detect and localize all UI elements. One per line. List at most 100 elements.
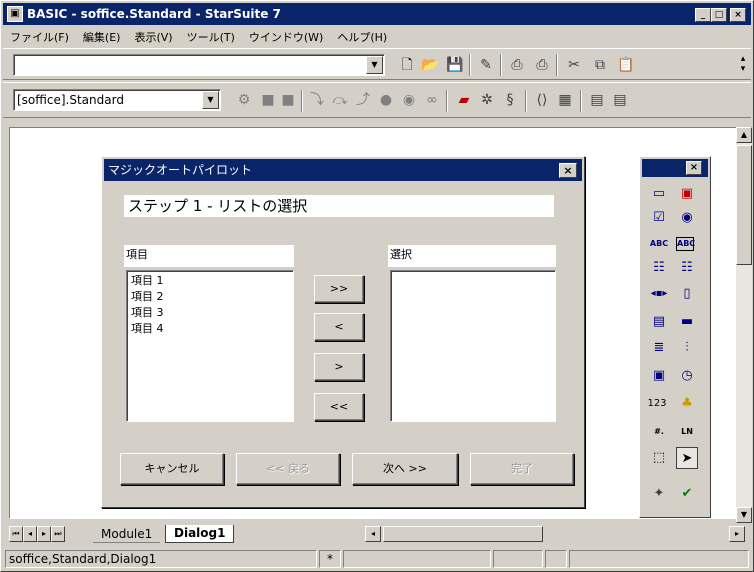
app-icon: ▣	[7, 6, 23, 22]
dialog-close-button[interactable]: ×	[559, 163, 577, 178]
minimize-button[interactable]: _	[695, 8, 711, 22]
menu-edit[interactable]: 編集(E)	[76, 29, 128, 45]
textfield-abc-icon[interactable]: ABC	[648, 233, 670, 255]
watch-icon[interactable]: ◉	[400, 91, 418, 109]
macro-icon[interactable]: ⚙	[235, 91, 253, 109]
tab-dialog1[interactable]: Dialog1	[165, 525, 235, 543]
combobox-icon[interactable]: ▣	[676, 183, 698, 205]
breakpoint-icon[interactable]: ●	[377, 91, 395, 109]
step-out-icon[interactable]: ⤴	[354, 91, 372, 109]
listbox-icon[interactable]: ☷	[648, 257, 670, 279]
toolbox-title-bar[interactable]: ×	[642, 159, 708, 177]
next-button[interactable]: 次へ >>	[352, 453, 458, 485]
menu-window[interactable]: ウインドウ(W)	[242, 29, 330, 45]
vertical-scrollbar[interactable]: ▲ ▼	[736, 127, 752, 523]
menu-help[interactable]: ヘルプ(H)	[330, 29, 394, 45]
tab-module1[interactable]: Module1	[93, 526, 161, 543]
radio-icon[interactable]: ◉	[676, 207, 698, 229]
pattern-field-icon[interactable]: #.	[648, 421, 670, 443]
title-bar[interactable]: ▣ BASIC - soffice.Standard - StarSuite 7…	[3, 3, 751, 25]
save-icon[interactable]: 💾	[446, 56, 464, 74]
list-icon[interactable]: ≣	[648, 337, 670, 359]
step-heading: ステップ 1 - リストの選択	[124, 195, 554, 217]
chevron-down-icon[interactable]: ▼	[366, 56, 383, 74]
checkbox-icon[interactable]: ☑	[648, 207, 670, 229]
print-preview-icon[interactable]: ⎙	[508, 56, 526, 74]
step-into-icon[interactable]: ⤵	[308, 91, 326, 109]
last-tab-icon[interactable]: ⏭	[51, 526, 65, 542]
chevron-down-icon[interactable]: ▼	[202, 91, 219, 109]
finish-button[interactable]: 完了	[470, 453, 574, 485]
import-icon[interactable]: ▤	[588, 91, 606, 109]
hscroll-left-icon[interactable]: ◂	[365, 526, 381, 542]
fixed-text-icon[interactable]: ABC	[676, 237, 695, 251]
add-all-button[interactable]: >>	[314, 275, 364, 303]
numeric-field-icon[interactable]: 123	[646, 393, 668, 415]
label-icon[interactable]: ▭	[648, 183, 670, 205]
print-icon[interactable]: ⎙	[533, 56, 551, 74]
export-icon[interactable]: ▤	[611, 91, 629, 109]
scroll-down-icon[interactable]: ▼	[736, 507, 752, 523]
edit-icon[interactable]: ✎	[477, 56, 495, 74]
activate-test-icon[interactable]: ✔	[676, 483, 698, 505]
find-icon[interactable]: ∞	[423, 91, 441, 109]
hscroll-right-icon[interactable]: ▸	[729, 526, 745, 542]
add-button[interactable]: >	[314, 353, 364, 381]
toolbar-more-icon[interactable]: ▴ ▾	[738, 54, 748, 76]
library-icon[interactable]: §	[501, 91, 519, 109]
toolbox-close-button[interactable]: ×	[686, 161, 702, 175]
menu-file[interactable]: ファイル(F)	[3, 29, 76, 45]
dialog-title-bar[interactable]: マジックオートパイロット ×	[104, 159, 582, 181]
separator	[469, 54, 471, 76]
currency-field-icon[interactable]: ♣	[676, 393, 698, 415]
first-tab-icon[interactable]: ⏮	[9, 526, 23, 542]
catalog-icon[interactable]: ▦	[556, 91, 574, 109]
open-folder-icon[interactable]: 📂	[421, 56, 439, 74]
step-over-icon[interactable]: ⤼	[331, 91, 349, 109]
paste-icon[interactable]: 📋	[617, 56, 635, 74]
remove-all-button[interactable]: <<	[314, 393, 364, 421]
list-item[interactable]: 項目 1	[131, 273, 289, 289]
list-item[interactable]: 項目 2	[131, 289, 289, 305]
hscroll-thumb[interactable]	[383, 526, 543, 542]
stop-icon[interactable]: ■	[279, 91, 297, 109]
combo-icon[interactable]: ☷	[676, 257, 698, 279]
scroll-thumb[interactable]	[736, 145, 752, 265]
items-listbox[interactable]: 項目 1 項目 2 項目 3 項目 4	[126, 270, 294, 422]
vertical-scroll-icon[interactable]: ▯	[676, 283, 698, 305]
cancel-button[interactable]: キャンセル	[120, 453, 224, 485]
url-combobox[interactable]: ▼	[13, 54, 385, 76]
library-select[interactable]: [soffice].Standard ▼	[13, 89, 221, 111]
copy-icon[interactable]: ⧉	[591, 56, 609, 74]
progress-bar-icon[interactable]: ▬	[676, 311, 698, 333]
list-item[interactable]: 項目 4	[131, 321, 289, 337]
dialog-icon[interactable]: ▰	[455, 91, 473, 109]
separator-icon[interactable]: ⫶	[676, 337, 698, 359]
brackets-icon[interactable]: ⟨⟩	[533, 91, 551, 109]
list-item[interactable]: 項目 3	[131, 305, 289, 321]
next-tab-icon[interactable]: ▸	[37, 526, 51, 542]
pointer-icon[interactable]: ➤	[676, 447, 698, 469]
cut-icon[interactable]: ✂	[565, 56, 583, 74]
group-box-icon[interactable]: ▤	[648, 311, 670, 333]
time-field-icon[interactable]: ◷	[676, 365, 698, 387]
separator	[446, 90, 448, 112]
separator	[525, 90, 527, 112]
formatted-field-icon[interactable]: LN	[676, 421, 698, 443]
stop-icon[interactable]: ■	[259, 91, 277, 109]
prev-tab-icon[interactable]: ◂	[23, 526, 37, 542]
close-button[interactable]: ×	[730, 8, 746, 22]
selected-listbox[interactable]	[390, 270, 556, 422]
back-button[interactable]: << 戻る	[236, 453, 340, 485]
menu-view[interactable]: 表示(V)	[127, 29, 179, 45]
maximize-button[interactable]: □	[711, 8, 727, 22]
properties-icon[interactable]: ✦	[648, 483, 670, 505]
horizontal-scroll-icon[interactable]: ◂▪▸	[648, 283, 670, 305]
menu-tools[interactable]: ツール(T)	[180, 29, 242, 45]
date-field-icon[interactable]: ▣	[648, 365, 670, 387]
select-icon[interactable]: ⬚	[648, 447, 670, 469]
remove-button[interactable]: <	[314, 313, 364, 341]
settings-icon[interactable]: ✲	[478, 91, 496, 109]
new-doc-icon[interactable]: 🗋	[398, 56, 416, 74]
scroll-up-icon[interactable]: ▲	[736, 127, 752, 143]
